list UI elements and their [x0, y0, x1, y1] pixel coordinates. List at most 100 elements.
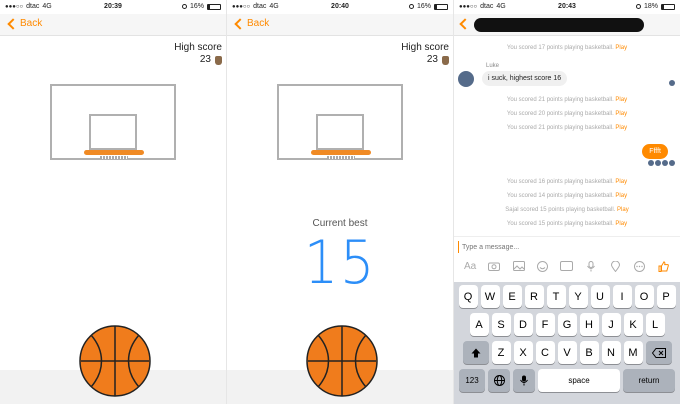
battery-percent: 18% [643, 3, 658, 10]
shift-key[interactable] [462, 341, 489, 364]
camera-icon[interactable] [486, 259, 502, 273]
keyboard-row-1: Q W E R T Y U I O P [456, 285, 678, 308]
key[interactable]: Z [491, 341, 511, 364]
backspace-key[interactable] [645, 341, 672, 364]
return-key[interactable]: return [623, 369, 675, 392]
battery-icon [661, 3, 675, 10]
composer: Aa [454, 236, 680, 282]
orientation-lock-icon [635, 4, 641, 9]
key[interactable]: D [513, 313, 533, 336]
key[interactable]: O [634, 285, 654, 308]
key[interactable]: S [491, 313, 511, 336]
nav-bar: Back [227, 14, 453, 36]
key[interactable]: B [579, 341, 599, 364]
key[interactable]: J [601, 313, 621, 336]
backboard-square [316, 114, 364, 150]
keyboard-row-4: 123 space return [456, 369, 678, 392]
message-input[interactable] [458, 241, 668, 253]
like-icon[interactable] [656, 259, 672, 273]
key[interactable]: I [612, 285, 632, 308]
smiley-icon[interactable] [535, 259, 551, 273]
key[interactable]: Y [568, 285, 588, 308]
key[interactable]: V [557, 341, 577, 364]
chat-header [454, 14, 680, 36]
status-bar: ●●●○○ dtac 4G 20:40 16% [227, 0, 453, 14]
key[interactable]: R [524, 285, 544, 308]
key[interactable]: L [645, 313, 665, 336]
key[interactable]: N [601, 341, 621, 364]
photo-icon[interactable] [511, 259, 527, 273]
play-link[interactable]: Play [617, 207, 629, 213]
key[interactable]: C [535, 341, 555, 364]
play-link[interactable]: Play [615, 97, 627, 103]
key[interactable]: W [480, 285, 500, 308]
incoming-message[interactable]: i suck, highest score 16 [482, 71, 568, 86]
key[interactable]: H [579, 313, 599, 336]
high-score-value: 23 [199, 54, 211, 65]
avatar[interactable] [458, 71, 474, 87]
game-message-text: You scored 21 points playing basketball. [506, 125, 614, 131]
key[interactable]: P [656, 285, 676, 308]
battery-percent: 16% [416, 3, 431, 10]
key[interactable]: T [546, 285, 566, 308]
more-icon[interactable] [632, 259, 648, 273]
space-key[interactable]: space [538, 369, 620, 392]
back-button[interactable]: Back [233, 17, 269, 30]
mic-icon[interactable] [583, 259, 599, 273]
key[interactable]: A [469, 313, 489, 336]
game-message-text: Sajal scored 15 points playing basketbal… [505, 207, 616, 213]
back-label: Back [20, 18, 43, 29]
battery-icon [434, 3, 448, 10]
status-bar: ●●●○○ dtac 4G 20:39 16% [0, 0, 226, 14]
play-link[interactable]: Play [615, 193, 627, 199]
key[interactable]: K [623, 313, 643, 336]
high-score-value: 23 [426, 54, 438, 65]
current-best-value: 15 [303, 228, 377, 298]
high-score: High score 23 [174, 42, 222, 66]
shift-icon [471, 348, 480, 357]
key[interactable]: X [513, 341, 533, 364]
chevron-left-icon [7, 17, 19, 30]
read-receipt-avatar [662, 160, 668, 166]
messenger-chat: ●●●○○ dtac 4G 20:43 18% You scored 17 poin… [454, 0, 680, 404]
backboard [50, 84, 176, 160]
basketball[interactable] [306, 325, 378, 397]
redacted-contact-name [474, 18, 644, 32]
battery-icon [207, 3, 221, 10]
keyboard-row-2: A S D F G H J K L [456, 313, 678, 336]
orientation-lock-icon [408, 4, 414, 9]
trophy-icon [215, 55, 222, 65]
basketball[interactable] [79, 325, 151, 397]
game-message-text: You scored 14 points playing basketball. [506, 193, 614, 199]
nav-bar: Back [0, 14, 226, 36]
play-link[interactable]: Play [615, 221, 627, 227]
trophy-icon [442, 55, 449, 65]
key[interactable]: M [623, 341, 643, 364]
game-message: You scored 14 points playing basketball.… [454, 193, 680, 199]
outgoing-message[interactable]: Fffft [642, 144, 668, 159]
play-link[interactable]: Play [615, 179, 627, 185]
location-icon[interactable] [607, 259, 623, 273]
gif-icon[interactable] [559, 259, 575, 273]
text-style-button[interactable]: Aa [462, 259, 478, 273]
game-message: Sajal scored 15 points playing basketbal… [454, 207, 680, 213]
globe-key[interactable] [488, 369, 510, 392]
game-message-text: You scored 21 points playing basketball. [506, 97, 614, 103]
battery-percent: 16% [189, 3, 204, 10]
high-score: High score 23 [401, 42, 449, 66]
play-link[interactable]: Play [615, 111, 627, 117]
key[interactable]: E [502, 285, 522, 308]
key[interactable]: Q [458, 285, 478, 308]
numbers-key[interactable]: 123 [459, 369, 485, 392]
play-link[interactable]: Play [615, 45, 627, 51]
key[interactable]: U [590, 285, 610, 308]
game-message-text: You scored 16 points playing basketball. [506, 179, 614, 185]
hoop-rim [84, 150, 144, 155]
key[interactable]: G [557, 313, 577, 336]
dictation-key[interactable] [513, 369, 535, 392]
back-chevron-icon[interactable] [459, 18, 471, 30]
play-link[interactable]: Play [615, 125, 627, 131]
back-button[interactable]: Back [6, 17, 43, 30]
key[interactable]: F [535, 313, 555, 336]
read-receipt-avatar [669, 160, 675, 166]
